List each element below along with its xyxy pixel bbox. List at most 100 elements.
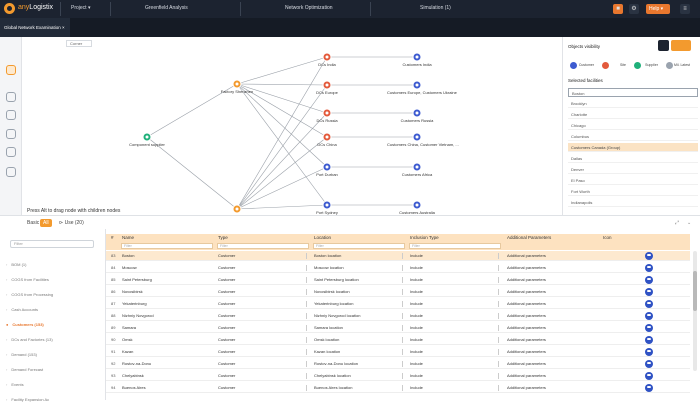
expand-icon[interactable]: ⤢: [672, 219, 682, 227]
refresh-icon[interactable]: [6, 110, 16, 120]
cell-type[interactable]: Customer: [218, 371, 235, 381]
customer-icon[interactable]: [645, 324, 653, 332]
table-list-item[interactable]: › COGS from Facilities: [6, 277, 49, 282]
cell-add[interactable]: Additional parameters: [507, 311, 546, 321]
cell-name[interactable]: Samara: [122, 323, 136, 333]
cell-type[interactable]: Customer: [218, 323, 235, 333]
help-button[interactable]: Help ▾: [646, 4, 670, 14]
cell-name[interactable]: Chelyabinsk: [122, 371, 144, 381]
project-menu[interactable]: Project ▾: [71, 5, 90, 11]
cell-inc[interactable]: Include: [410, 371, 423, 381]
cell-loc[interactable]: Saint Petersburg location: [314, 275, 359, 285]
cell-inc[interactable]: Include: [410, 263, 423, 273]
cell-name[interactable]: Novosibirsk: [122, 287, 143, 297]
shield-icon[interactable]: [6, 167, 16, 177]
column-inclusion-type[interactable]: Inclusion Type: [410, 235, 439, 240]
filter-inclusion-type[interactable]: Filter: [409, 243, 501, 249]
table-view-icon[interactable]: [6, 65, 16, 75]
customer-icon[interactable]: [645, 360, 653, 368]
customer-icon[interactable]: [645, 300, 653, 308]
settings-icon[interactable]: ⚙: [629, 4, 639, 14]
table-row[interactable]: 89 Samara Customer Samara location Include Ad…: [106, 323, 690, 333]
cell-type[interactable]: Customer: [218, 299, 235, 309]
table-row[interactable]: 83 Boston Customer Boston location Include Ad…: [106, 251, 690, 261]
share-icon[interactable]: [671, 40, 691, 51]
tab-scenario[interactable]: Global Network Examination ×: [0, 18, 70, 37]
cell-inc[interactable]: Include: [410, 287, 423, 297]
cell-name[interactable]: Yekaterinburg: [122, 299, 147, 309]
cell-loc[interactable]: Novosibirsk location: [314, 287, 350, 297]
cell-loc[interactable]: Rostov-na-Donu location: [314, 359, 358, 369]
table-row[interactable]: 86 Novosibirsk Customer Novosibirsk locatio…: [106, 287, 690, 297]
table-row[interactable]: 84 Moscow Customer Moscow location Include Ad…: [106, 263, 690, 273]
collapse-icon[interactable]: ⌄: [684, 219, 694, 227]
tab-network-optimization[interactable]: Network Optimization: [285, 5, 333, 11]
table-list-item[interactable]: › Demand Forecast: [6, 367, 43, 372]
table-list-item[interactable]: ● Customers (153): [6, 322, 44, 327]
cell-name[interactable]: Kazan: [122, 347, 133, 357]
cell-add[interactable]: Additional parameters: [507, 371, 546, 381]
facility-item[interactable]: Charlotte: [568, 110, 698, 119]
cell-add[interactable]: Additional parameters: [507, 347, 546, 357]
column-location[interactable]: Location: [314, 235, 331, 240]
cell-type[interactable]: Customer: [218, 251, 235, 261]
customer-icon[interactable]: [645, 372, 653, 380]
cell-loc[interactable]: Chelyabinsk location: [314, 371, 351, 381]
table-row[interactable]: 93 Chelyabinsk Customer Chelyabinsk locatio…: [106, 371, 690, 381]
cell-add[interactable]: Additional parameters: [507, 335, 546, 345]
facility-item[interactable]: Denver: [568, 165, 698, 174]
cell-type[interactable]: Customer: [218, 335, 235, 345]
cell-loc[interactable]: Yekaterinburg location: [314, 299, 353, 309]
cell-name[interactable]: Boston: [122, 251, 134, 261]
cell-type[interactable]: Customer: [218, 287, 235, 297]
customer-icon[interactable]: [645, 264, 653, 272]
visibility-toggle[interactable]: Site: [600, 59, 628, 72]
cell-loc[interactable]: Moscow location: [314, 263, 344, 273]
network-canvas[interactable]: Corner Component supplier Factory Shenzhe…: [22, 37, 562, 215]
facility-item[interactable]: Fort Worth: [568, 187, 698, 196]
cell-add[interactable]: Additional parameters: [507, 263, 546, 273]
customer-icon[interactable]: [645, 336, 653, 344]
column-name[interactable]: Name: [122, 235, 134, 240]
tab-greenfield-analysis[interactable]: Greenfield Analysis: [145, 5, 188, 11]
chart-icon[interactable]: [6, 129, 16, 139]
cell-type[interactable]: Customer: [218, 275, 235, 285]
column-type[interactable]: Type: [218, 235, 228, 240]
cell-type[interactable]: Customer: [218, 347, 235, 357]
tab-all[interactable]: All: [40, 219, 52, 227]
tab-simulation[interactable]: Simulation (1): [420, 5, 451, 11]
cell-name[interactable]: Moscow: [122, 263, 137, 273]
customer-icon[interactable]: [645, 288, 653, 296]
cell-loc[interactable]: Buenos Aires location: [314, 383, 352, 393]
customer-icon[interactable]: [645, 384, 653, 392]
cell-type[interactable]: Customer: [218, 383, 235, 393]
table-row[interactable]: 85 Saint Petersburg Customer Saint Petersbu…: [106, 275, 690, 285]
table-row[interactable]: 94 Buenos Aires Customer Buenos Aires locat…: [106, 383, 690, 393]
cell-name[interactable]: Buenos Aires: [122, 383, 146, 393]
cell-name[interactable]: Rostov-na-Donu: [122, 359, 151, 369]
table-list-item[interactable]: › BOM (1): [6, 262, 26, 267]
customer-icon[interactable]: [645, 312, 653, 320]
cell-add[interactable]: Additional parameters: [507, 275, 546, 285]
play-icon[interactable]: [6, 92, 16, 102]
filter-name[interactable]: Filter: [121, 243, 213, 249]
tab-use[interactable]: ⊳ Use (20): [56, 219, 87, 227]
cell-name[interactable]: Omsk: [122, 335, 132, 345]
facility-item[interactable]: Columbus: [568, 132, 698, 141]
notification-icon[interactable]: ■: [613, 4, 623, 14]
facility-item[interactable]: Dallas: [568, 154, 698, 163]
column-additional-parameters[interactable]: Additional Parameters: [507, 235, 551, 240]
cell-inc[interactable]: Include: [410, 323, 423, 333]
cell-type[interactable]: Customer: [218, 311, 235, 321]
visibility-toggle[interactable]: Mil. Latest: [664, 59, 692, 72]
menu-icon[interactable]: ≡: [680, 4, 690, 14]
table-row[interactable]: 87 Yekaterinburg Customer Yekaterinburg loc…: [106, 299, 690, 309]
facility-item[interactable]: Chicago: [568, 121, 698, 130]
customer-icon[interactable]: [645, 348, 653, 356]
facility-item[interactable]: Brooklyn: [568, 99, 698, 108]
cell-loc[interactable]: Omsk location: [314, 335, 339, 345]
table-filter-input[interactable]: Filter: [10, 240, 94, 248]
cell-inc[interactable]: Include: [410, 299, 423, 309]
cell-add[interactable]: Additional parameters: [507, 251, 546, 261]
cell-inc[interactable]: Include: [410, 335, 423, 345]
